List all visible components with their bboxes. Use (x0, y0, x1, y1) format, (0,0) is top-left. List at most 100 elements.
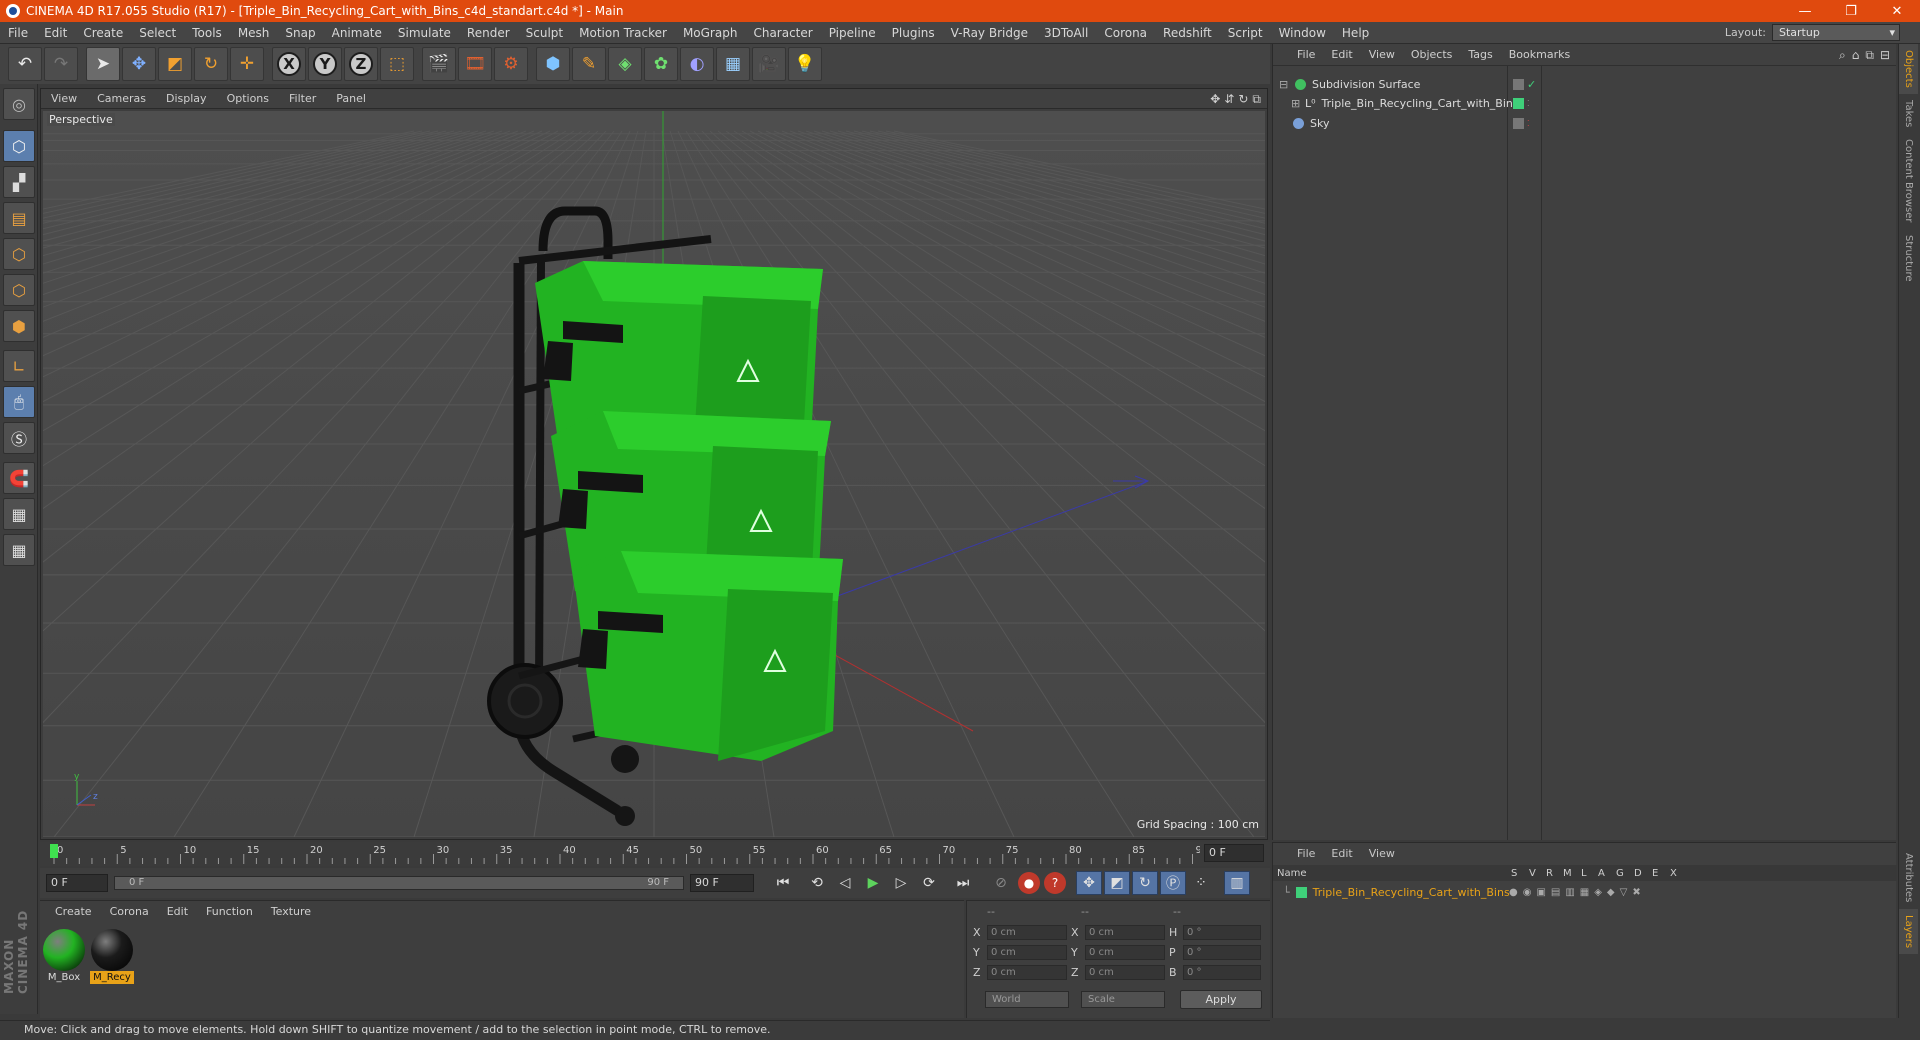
go-to-previous-key-icon[interactable]: ⟲ (804, 871, 830, 895)
snap-icon[interactable]: 🧲 (3, 462, 35, 494)
rotation-h-field[interactable]: 0 ° (1183, 925, 1261, 940)
menu-edit[interactable]: Edit (36, 26, 75, 40)
rotate-icon[interactable]: ↻ (194, 47, 228, 81)
column-expressions[interactable]: E (1652, 868, 1658, 879)
next-frame-icon[interactable]: ▷ (888, 871, 914, 895)
menu-3dtoall[interactable]: 3DToAll (1036, 26, 1096, 40)
object-menu-edit[interactable]: Edit (1323, 48, 1360, 61)
pen-icon[interactable]: ✎ (572, 47, 606, 81)
move-icon[interactable]: ✥ (122, 47, 156, 81)
visibility-dots-icon[interactable]: ⁚ (1527, 99, 1530, 108)
go-to-start-icon[interactable]: ⏮ (770, 871, 796, 895)
autokeying-icon[interactable]: ? (1044, 872, 1066, 894)
texture-mode-icon[interactable]: ▞ (3, 166, 35, 198)
start-frame-field[interactable]: 0 F (46, 874, 108, 892)
record-active-objects-icon[interactable]: ● (1018, 872, 1040, 894)
enabled-check-icon[interactable]: ✓ (1527, 78, 1536, 91)
column-animation[interactable]: A (1598, 868, 1605, 879)
material-swatch-m-box[interactable]: M_Box (42, 929, 86, 984)
material-menu-function[interactable]: Function (197, 905, 262, 918)
menu-window[interactable]: Window (1271, 26, 1334, 40)
layer-flag-icons[interactable]: ●◉▣▤▥▦◈◆▽✖ (1509, 887, 1646, 898)
menu-motion-tracker[interactable]: Motion Tracker (571, 26, 675, 40)
axis-mode-icon[interactable]: ∟ (3, 350, 35, 382)
layer-menu-view[interactable]: View (1361, 847, 1403, 860)
lock-workplane-icon[interactable]: ▦ (3, 498, 35, 530)
layout-dropdown[interactable]: Startup (1772, 24, 1900, 41)
menu-script[interactable]: Script (1220, 26, 1271, 40)
column-manager[interactable]: M (1563, 868, 1572, 879)
menu-file[interactable]: File (0, 26, 36, 40)
render-picture-viewer-icon[interactable]: 🎞 (458, 47, 492, 81)
size-x-field[interactable]: 0 cm (1085, 925, 1165, 940)
viewport-menu-display[interactable]: Display (156, 92, 217, 105)
material-menu-create[interactable]: Create (46, 905, 101, 918)
visibility-dots-icon[interactable]: ⁚ (1527, 119, 1530, 128)
viewport-canvas[interactable]: y z Perspective Grid Spacing : 100 cm (43, 111, 1265, 837)
visibility-toggle-icon[interactable] (1513, 78, 1524, 90)
orbit-icon[interactable]: ↻ (1238, 92, 1248, 107)
tweak-mode-icon[interactable]: 🖱 (3, 386, 35, 418)
viewport-menu-filter[interactable]: Filter (279, 92, 326, 105)
search-icon[interactable]: ⌕ (1839, 48, 1846, 63)
menu-plugins[interactable]: Plugins (884, 26, 943, 40)
key-scale-icon[interactable]: ◩ (1104, 871, 1130, 895)
object-row-subdivision-surface[interactable]: ⊟ Subdivision Surface ✓ (1273, 74, 1897, 94)
go-to-end-icon[interactable]: ⏭ (950, 871, 976, 895)
tab-content-browser[interactable]: Content Browser (1899, 133, 1918, 228)
minimize-button[interactable]: — (1782, 0, 1828, 22)
menu-sculpt[interactable]: Sculpt (518, 26, 571, 40)
new-view-icon[interactable]: ⧉ (1865, 48, 1874, 63)
object-menu-view[interactable]: View (1361, 48, 1403, 61)
key-parameter-icon[interactable]: Ⓟ (1160, 871, 1186, 895)
undo-icon[interactable]: ↶ (8, 47, 42, 81)
collapse-toggle-icon[interactable]: ⊟ (1279, 78, 1288, 91)
close-button[interactable]: ✕ (1874, 0, 1920, 22)
maximize-view-icon[interactable]: ⧉ (1252, 92, 1261, 107)
position-y-field[interactable]: 0 cm (987, 945, 1067, 960)
material-menu-texture[interactable]: Texture (262, 905, 320, 918)
dolly-icon[interactable]: ⇵ (1224, 92, 1234, 107)
render-view-icon[interactable]: 🎬 (422, 47, 456, 81)
material-menu-edit[interactable]: Edit (158, 905, 197, 918)
current-frame-field[interactable]: 0 F (1204, 844, 1264, 862)
points-mode-icon[interactable]: ⬡ (3, 238, 35, 270)
menu-render[interactable]: Render (459, 26, 518, 40)
home-icon[interactable]: ⌂ (1852, 48, 1860, 63)
menu-simulate[interactable]: Simulate (390, 26, 459, 40)
key-rotation-icon[interactable]: ↻ (1132, 871, 1158, 895)
floor-icon[interactable]: ▦ (716, 47, 750, 81)
object-menu-tags[interactable]: Tags (1460, 48, 1500, 61)
menu-pipeline[interactable]: Pipeline (821, 26, 884, 40)
menu-tools[interactable]: Tools (184, 26, 230, 40)
timeline-window-icon[interactable]: ▥ (1224, 871, 1250, 895)
camera-icon[interactable]: 🎥 (752, 47, 786, 81)
previous-frame-icon[interactable]: ◁ (832, 871, 858, 895)
layer-menu-edit[interactable]: Edit (1323, 847, 1360, 860)
menu-mesh[interactable]: Mesh (230, 26, 278, 40)
coordinate-system-icon[interactable]: ⬚ (380, 47, 414, 81)
column-deformers[interactable]: D (1634, 868, 1642, 879)
make-editable-icon[interactable]: ◎ (3, 88, 35, 120)
object-menu-objects[interactable]: Objects (1403, 48, 1461, 61)
column-solo[interactable]: S (1511, 868, 1517, 879)
light-icon[interactable]: 💡 (788, 47, 822, 81)
layer-row[interactable]: └ Triple_Bin_Recycling_Cart_with_Bins ●◉… (1273, 883, 1897, 901)
menu-vray-bridge[interactable]: V-Ray Bridge (943, 26, 1036, 40)
menu-character[interactable]: Character (745, 26, 820, 40)
column-view[interactable]: V (1529, 868, 1536, 879)
go-to-next-key-icon[interactable]: ⟳ (916, 871, 942, 895)
workplane-icon[interactable]: ▤ (3, 202, 35, 234)
menu-redshift[interactable]: Redshift (1155, 26, 1220, 40)
polygons-mode-icon[interactable]: ⬢ (3, 310, 35, 342)
object-row-sky[interactable]: Sky ⁚ (1273, 113, 1897, 133)
menu-create[interactable]: Create (75, 26, 131, 40)
menu-mograph[interactable]: MoGraph (675, 26, 746, 40)
column-name[interactable]: Name (1277, 868, 1307, 879)
play-icon[interactable]: ▶ (860, 871, 886, 895)
playhead[interactable] (50, 844, 58, 858)
coordinate-space-dropdown[interactable]: World (985, 991, 1069, 1008)
restore-button[interactable]: ❐ (1828, 0, 1874, 22)
material-swatch-m-recy[interactable]: M_Recy (90, 929, 134, 984)
viewport-menu-cameras[interactable]: Cameras (87, 92, 156, 105)
